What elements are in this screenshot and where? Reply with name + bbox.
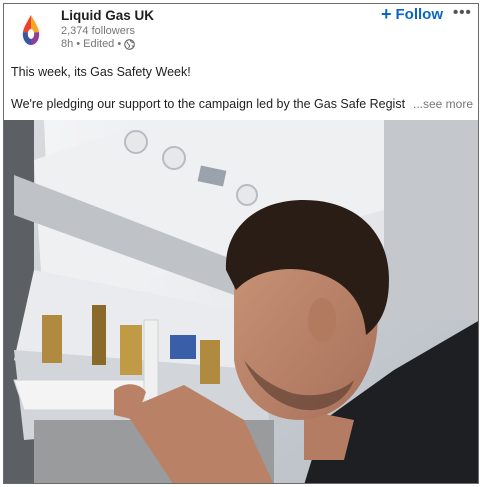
globe-icon xyxy=(124,38,135,50)
follower-count: 2,374 followers xyxy=(61,25,135,37)
more-options-icon[interactable]: ••• xyxy=(453,4,472,21)
company-name[interactable]: Liquid Gas UK xyxy=(61,8,154,23)
meta-separator: • xyxy=(117,38,122,50)
follow-label: Follow xyxy=(395,6,444,23)
plus-icon: + xyxy=(381,4,392,24)
follow-button[interactable]: + Follow xyxy=(381,4,444,24)
post-header: Liquid Gas UK 2,374 followers 8h • Edite… xyxy=(4,4,478,60)
post-image[interactable] xyxy=(4,120,479,484)
edited-label: Edited xyxy=(83,38,115,50)
see-more-link[interactable]: ...see more xyxy=(411,97,474,111)
flame-logo-icon[interactable] xyxy=(16,12,46,48)
post-meta: 8h • Edited • xyxy=(61,38,135,50)
post-time: 8h xyxy=(61,38,74,50)
post-text-line-2: We're pledging our support to the campai… xyxy=(11,97,406,111)
post-text-line-1: This week, its Gas Safety Week! xyxy=(11,65,191,79)
post-card: Liquid Gas UK 2,374 followers 8h • Edite… xyxy=(3,3,479,484)
meta-separator: • xyxy=(76,38,81,50)
